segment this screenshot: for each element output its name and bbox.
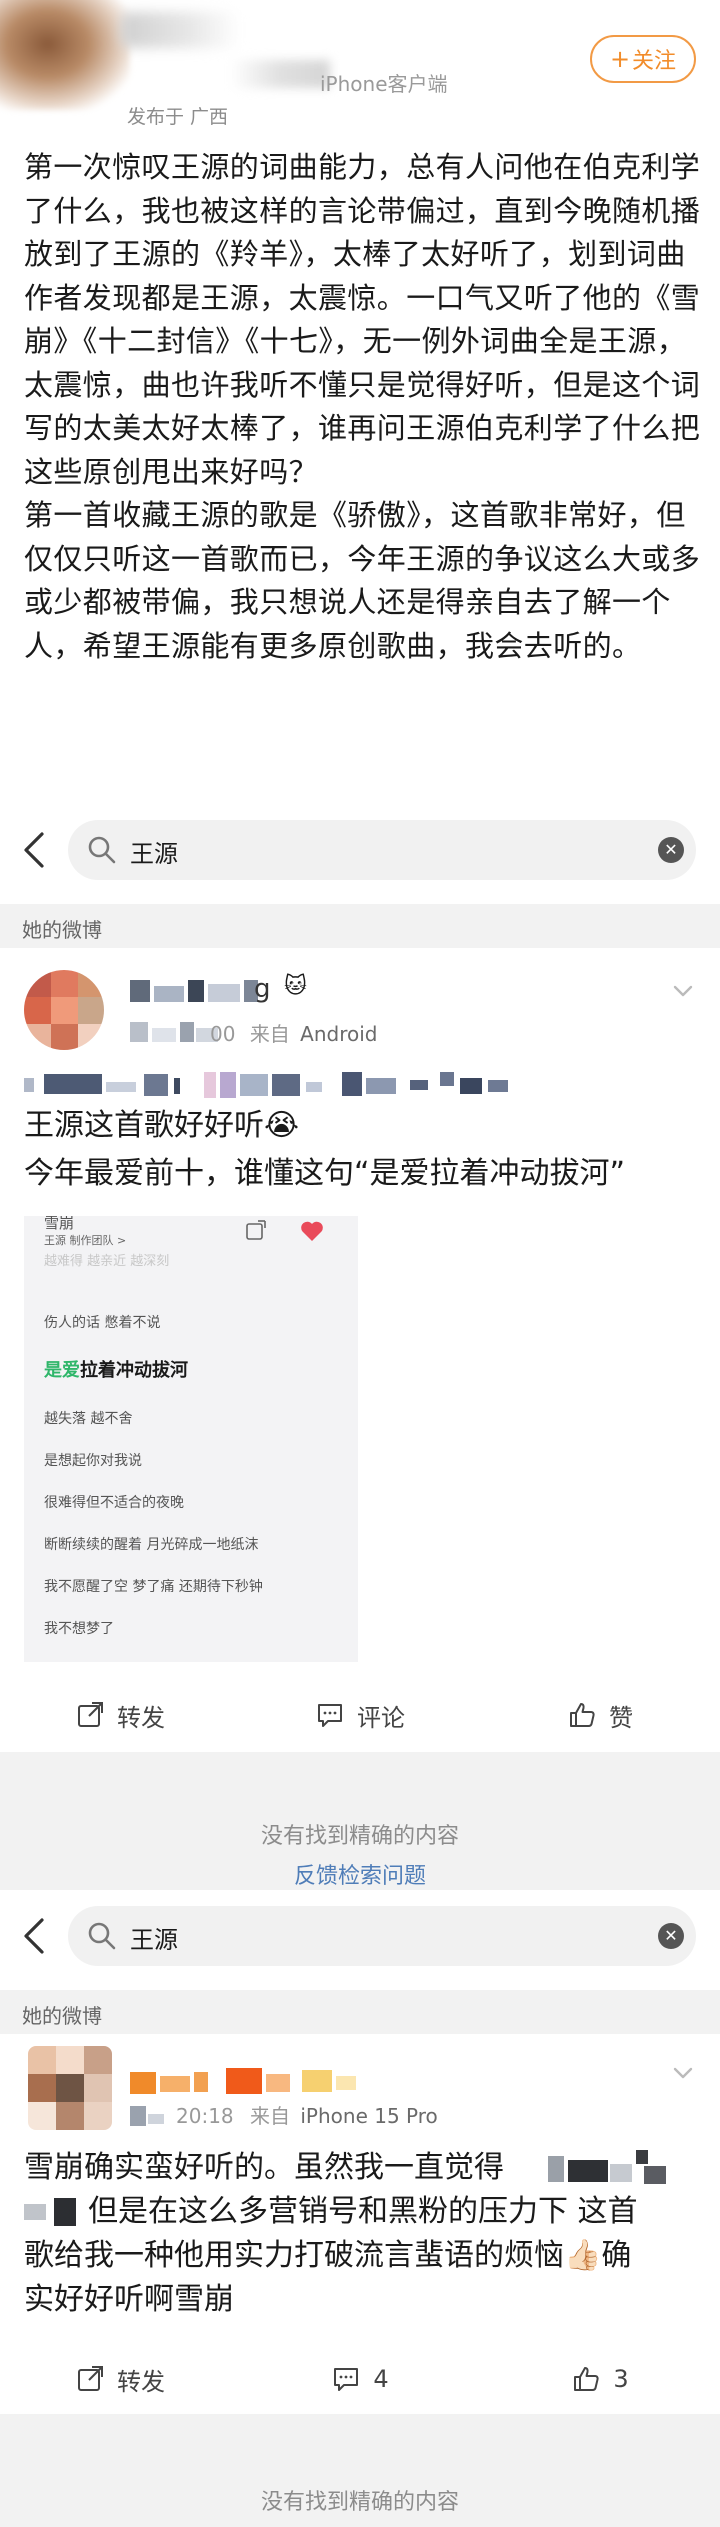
comment-label: 评论 [357, 1703, 405, 1732]
search-input[interactable]: 王源 ✕ [68, 1906, 696, 1966]
post-text-line: 但是在这么多营销号和黑粉的压力下 这首 [88, 2194, 638, 2229]
heart-icon [301, 1221, 323, 1241]
blurred-username[interactable] [120, 12, 240, 48]
source-device: Android [300, 1022, 378, 1046]
lyric-line: 断断续续的醒着 月光碎成一地纸沫 [44, 1537, 259, 1553]
section-label: 她的微博 [22, 918, 102, 942]
repost-label: 转发 [117, 2367, 165, 2396]
like-label: 赞 [609, 1703, 633, 1732]
search-icon [88, 836, 116, 864]
post-client: iPhone客户端 [320, 72, 448, 96]
post-text-line: 雪崩确实蛮好听的。虽然我一直觉得 [24, 2150, 504, 2185]
post-header: iPhone客户端 发布于 广西 + 关注 [0, 0, 720, 140]
comment-button[interactable]: 评论 [240, 1680, 480, 1750]
chevron-down-icon[interactable] [672, 2062, 694, 2084]
blurred-username[interactable] [130, 980, 270, 1002]
post-meta: 00 来自 Android [210, 1018, 378, 1047]
clear-search-icon[interactable]: ✕ [658, 1923, 684, 1949]
blurred-date [130, 2104, 170, 2126]
blurred-avatar[interactable] [0, 0, 130, 110]
search-bar: 王源 ✕ [0, 1894, 720, 1976]
like-button[interactable]: 3 [480, 2344, 720, 2414]
lyric-line: 越失落 越不舍 [44, 1411, 133, 1427]
no-result-text: 没有找到精确的内容 [260, 1824, 459, 1849]
post-location: 发布于 广西 [127, 106, 229, 128]
time-tail: 00 [210, 1022, 236, 1046]
thumbs-up-icon [574, 2367, 599, 2391]
comment-button[interactable]: 4 [240, 2344, 480, 2414]
source-prefix: 来自 [250, 2104, 290, 2128]
follow-label: 关注 [632, 49, 677, 74]
repost-icon [78, 1702, 103, 1727]
search-icon [88, 1922, 116, 1950]
post-text-line: 今年最爱前十，谁懂这句“是爱拉着冲动拔河” [24, 1156, 626, 1191]
comment-count: 4 [373, 2365, 389, 2393]
username-tail: g [254, 974, 271, 1004]
blurred-text [24, 2194, 84, 2230]
post-meta: 20:18 来自 iPhone 15 Pro [176, 2100, 438, 2129]
search-query: 王源 [130, 1926, 178, 1954]
blurred-username[interactable] [130, 2068, 360, 2094]
blurred-text-line [24, 1068, 514, 1098]
repost-label: 转发 [117, 1703, 165, 1732]
lyric-line: 伤人的话 憋着不说 [44, 1315, 161, 1331]
post-text-line: 歌给我一种他用实力打破流言蜚语的烦恼👍🏻确 [24, 2238, 632, 2273]
blurred-text [548, 2150, 668, 2186]
search-input[interactable]: 王源 ✕ [68, 820, 696, 880]
share-icon [246, 1220, 266, 1240]
source-device: iPhone 15 Pro [300, 2104, 438, 2128]
lyric-highlight-accent: 是爱 [44, 1360, 80, 1381]
lyric-line-faded: 越难得 越亲近 越深刻 [44, 1254, 170, 1269]
post-paragraph: 第一首收藏王源的歌是《骄傲》，这首歌非常好，但仅仅只听这一首歌而已，今年王源的争… [24, 498, 701, 663]
like-count: 3 [613, 2365, 629, 2393]
repost-button[interactable]: 转发 [0, 2344, 240, 2414]
badge-icon: 🐱 [284, 974, 307, 999]
feedback-link[interactable]: 反馈检索问题 [0, 1858, 720, 1890]
thumbs-up-icon [570, 1703, 595, 1727]
lyric-line: 是想起你对我说 [44, 1453, 142, 1469]
avatar-mosaic [24, 970, 104, 1050]
source-prefix: 来自 [249, 1022, 290, 1046]
section-label: 她的微博 [22, 2004, 102, 2028]
lyric-screenshot[interactable]: 雪崩 王源 制作团队 > 越难得 越亲近 越深刻 伤人的话 憋着不说 是爱拉着冲… [24, 1216, 358, 1662]
section-header: 她的微博 [0, 904, 720, 948]
lyric-line: 我不愿醒了空 梦了痛 还期待下秒钟 [44, 1579, 263, 1595]
song-credits: 王源 制作团队 > [44, 1234, 127, 1247]
action-bar: 转发 评论 赞 [0, 1680, 720, 1750]
lyric-line: 很难得但不适合的夜晚 [44, 1495, 184, 1511]
post-paragraph: 第一次惊叹王源的词曲能力，总有人问他在伯克利学了什么，我也被这样的言论带偏过，直… [24, 150, 701, 489]
search-query: 王源 [130, 840, 178, 868]
song-title: 雪崩 [44, 1216, 75, 1232]
post-text-line: 王源这首歌好好听😭 [24, 1108, 300, 1143]
lyric-highlight-rest: 拉着冲动拔河 [80, 1360, 188, 1381]
comment-icon [318, 1704, 342, 1727]
chevron-down-icon[interactable] [672, 980, 694, 1002]
back-arrow-icon[interactable] [18, 1916, 50, 1956]
avatar[interactable] [24, 970, 104, 1050]
search-bar: 王源 ✕ [0, 808, 720, 890]
post-text-line: 实好好听啊雪崩 [24, 2282, 234, 2317]
post-body: 第一次惊叹王源的词曲能力，总有人问他在伯克利学了什么，我也被这样的言论带偏过，直… [24, 146, 704, 668]
no-result-text: 没有找到精确的内容 [260, 2490, 459, 2515]
like-button[interactable]: 赞 [480, 1680, 720, 1750]
avatar[interactable] [28, 2046, 112, 2130]
lyric-line: 我不想梦了 [44, 1621, 114, 1637]
section-header: 她的微博 [0, 1990, 720, 2034]
lyric-line-highlighted: 是爱拉着冲动拔河 [44, 1356, 188, 1382]
action-bar: 转发 4 3 [0, 2344, 720, 2414]
repost-icon [78, 2366, 103, 2391]
clear-search-icon[interactable]: ✕ [658, 837, 684, 863]
back-arrow-icon[interactable] [18, 830, 50, 870]
avatar-mosaic [28, 2046, 112, 2130]
blurred-client-prefix [230, 60, 330, 88]
repost-button[interactable]: 转发 [0, 1680, 240, 1750]
plus-icon: + [609, 45, 631, 73]
comment-icon [334, 2368, 359, 2391]
post-time: 20:18 [176, 2104, 234, 2128]
follow-button[interactable]: + 关注 [590, 35, 696, 83]
blurred-time [130, 1020, 220, 1042]
